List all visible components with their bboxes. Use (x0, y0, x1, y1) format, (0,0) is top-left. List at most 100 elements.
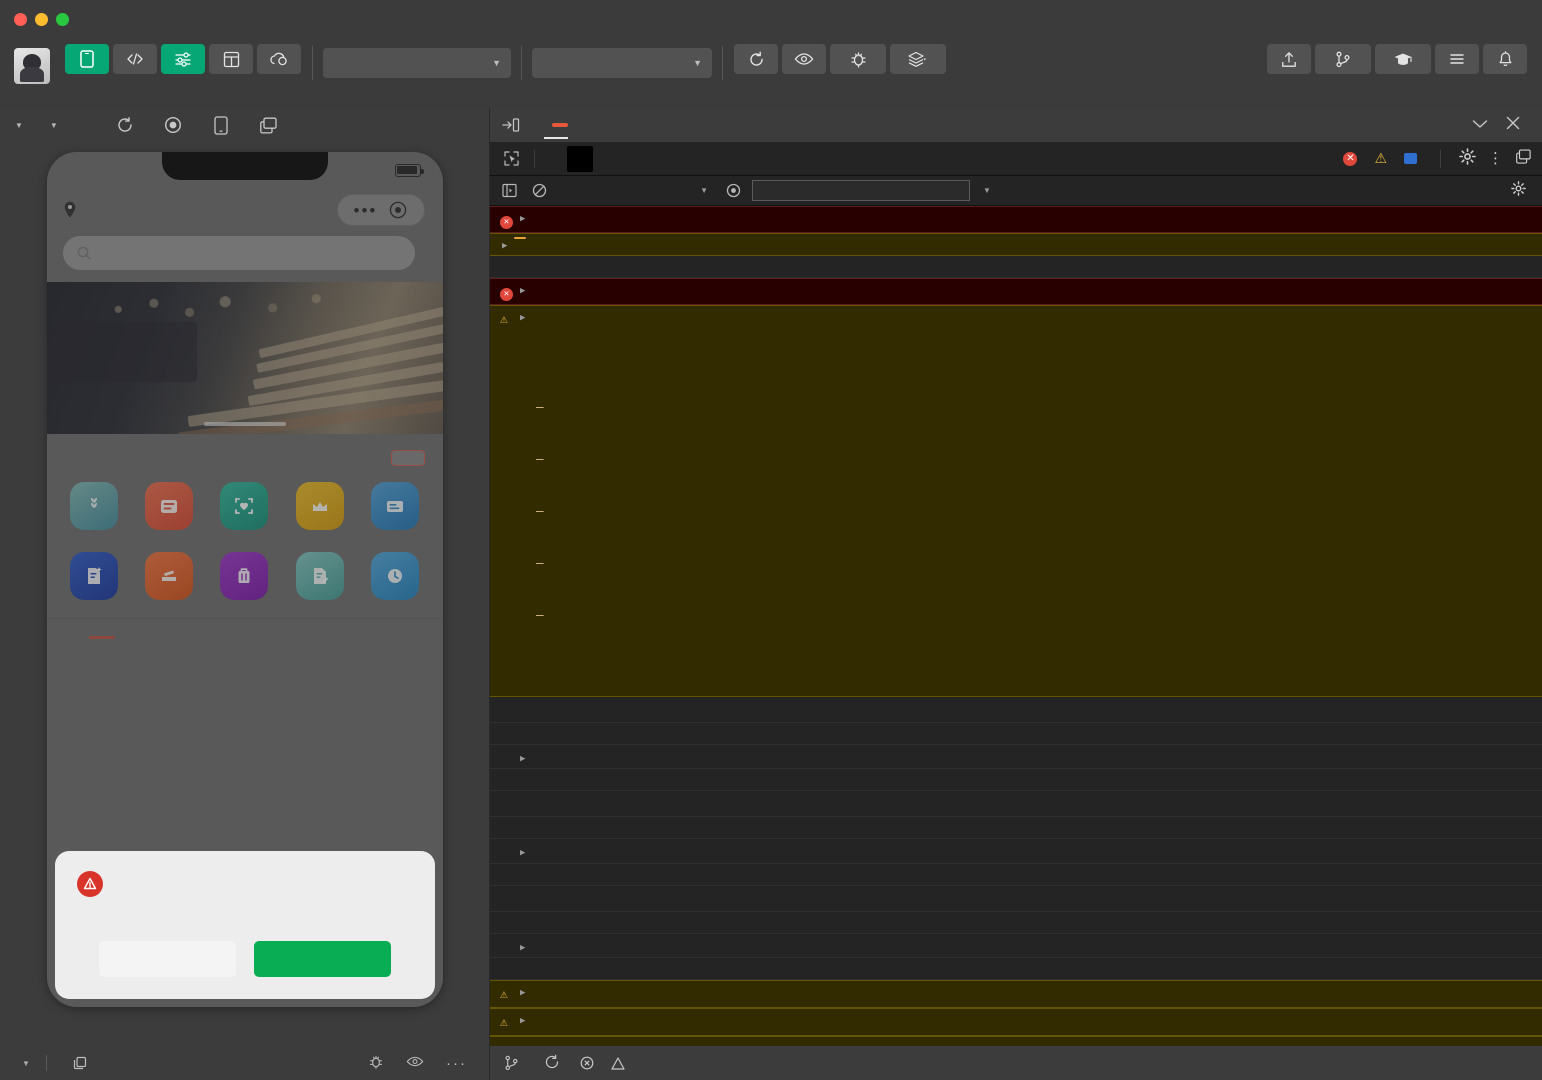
console-row-request-3[interactable] (490, 912, 1542, 934)
close-window-button[interactable] (14, 12, 27, 26)
close-icon[interactable] (1506, 116, 1520, 135)
console-sidebar-toggle-icon[interactable] (498, 180, 520, 202)
console-row-error-2[interactable]: ✕ ▶ (490, 278, 1542, 305)
compile-select[interactable]: ▼ (532, 48, 712, 78)
console-row-launch-time[interactable] (490, 256, 1542, 279)
category-item-9[interactable] (357, 552, 432, 608)
record-icon[interactable] (162, 114, 184, 136)
copy-icon[interactable] (73, 1056, 87, 1070)
console-row-request-2[interactable] (490, 817, 1542, 840)
toolbar-button-messages[interactable] (1482, 42, 1528, 80)
search-input[interactable] (62, 236, 415, 270)
error-count[interactable]: ✕ (1343, 151, 1362, 166)
toolbar-button-simulator[interactable] (64, 42, 110, 80)
category-item-8[interactable] (282, 552, 357, 608)
console-row-warn-usearch[interactable]: ⚠ ▶ (490, 980, 1542, 1009)
panel-tab-appdata[interactable] (697, 146, 723, 172)
toolbar-button-editor[interactable] (112, 42, 158, 80)
devtools-tab-problems[interactable] (580, 108, 604, 142)
expand-arrow-icon[interactable]: ▶ (520, 1040, 528, 1046)
collapse-icon[interactable] (1472, 116, 1488, 134)
category-item-1[interactable] (132, 482, 207, 538)
toolbar-button-debugger[interactable] (160, 42, 206, 80)
refresh-icon[interactable] (114, 114, 136, 136)
more-icon[interactable]: ••• (354, 202, 378, 219)
permission-deny-button[interactable] (98, 941, 236, 977)
category-item-4[interactable] (357, 482, 432, 538)
bug-icon[interactable] (368, 1054, 384, 1073)
gear-icon[interactable] (1459, 147, 1476, 170)
devtools-tab-debugger[interactable] (532, 108, 580, 142)
window-icon[interactable] (258, 114, 280, 136)
console-row-response-1[interactable]: ▶ (490, 745, 1542, 770)
toolbar-button-cloud[interactable] (256, 42, 302, 80)
console-row-end-1[interactable] (490, 769, 1542, 792)
device-icon[interactable] (210, 114, 232, 136)
toolbar-button-education[interactable] (1374, 42, 1432, 80)
info-count[interactable] (1404, 153, 1422, 164)
panel-tab-more[interactable] (749, 146, 775, 172)
panel-tab-network[interactable] (619, 146, 645, 172)
toolbar-button-clear-cache[interactable] (889, 42, 947, 80)
wechat-capsule[interactable]: ••• (336, 194, 425, 226)
mode-select[interactable]: ▼ (323, 48, 511, 78)
console-row-request-1[interactable] (490, 723, 1542, 746)
warning-count[interactable]: ⚠ (1374, 150, 1392, 167)
console-filter-input[interactable] (752, 180, 970, 201)
expand-arrow-icon[interactable]: ▶ (520, 984, 528, 999)
console-row-response-2[interactable]: ▶ (490, 839, 1542, 864)
console-row-end-3[interactable] (490, 958, 1542, 981)
banner-image[interactable] (46, 282, 443, 434)
category-item-3[interactable] (282, 482, 357, 538)
permission-allow-button[interactable] (253, 941, 391, 977)
dock-side-icon[interactable] (1515, 148, 1532, 169)
device-select[interactable]: ▼ (10, 121, 23, 130)
eye-icon[interactable] (406, 1055, 424, 1071)
toolbar-button-upload[interactable] (1266, 42, 1312, 80)
more-icon[interactable]: ··· (446, 1055, 467, 1072)
status-error-count[interactable] (580, 1056, 601, 1070)
toolbar-button-compile[interactable] (733, 42, 779, 80)
expand-arrow-icon[interactable]: ▶ (520, 1012, 528, 1027)
status-warning-count[interactable] (611, 1056, 632, 1070)
dock-panel-icon[interactable] (498, 117, 524, 133)
panel-tab-performance[interactable] (645, 146, 671, 172)
inspect-element-icon[interactable] (494, 150, 528, 167)
category-item-7[interactable] (207, 552, 282, 608)
console-settings-icon[interactable] (1511, 180, 1526, 201)
window-controls[interactable] (0, 12, 69, 26)
devtools-tab-terminal[interactable] (628, 108, 652, 142)
clear-console-icon[interactable] (528, 180, 550, 202)
console-row-warn-uswiper-list[interactable]: ⚠ ▶ (490, 1036, 1542, 1046)
user-avatar[interactable] (14, 48, 50, 84)
sync-icon[interactable] (544, 1054, 560, 1073)
category-item-0[interactable] (57, 482, 132, 538)
toolbar-button-visualization[interactable] (208, 42, 254, 80)
maximize-window-button[interactable] (56, 12, 69, 26)
toolbar-button-preview[interactable] (781, 42, 827, 80)
panel-tab-storage[interactable] (723, 146, 749, 172)
toolbar-button-version[interactable] (1314, 42, 1372, 80)
category-item-6[interactable] (132, 552, 207, 608)
panel-tab-sources[interactable] (593, 146, 619, 172)
console-row-error-1[interactable]: ✕ ▶ (490, 206, 1542, 233)
git-branch-indicator[interactable] (504, 1055, 526, 1071)
console-row-warn-uswiper-imgmode[interactable]: ⚠ ▶ (490, 1008, 1542, 1037)
live-expression-icon[interactable] (722, 180, 744, 202)
console-levels-select[interactable]: ▼ (978, 186, 991, 195)
devtools-tab-output[interactable] (604, 108, 628, 142)
console-row-warning-selectors[interactable]: ▶ (490, 232, 1542, 257)
toolbar-button-details[interactable] (1434, 42, 1480, 80)
panel-tab-memory[interactable] (671, 146, 697, 172)
kebab-menu-icon[interactable]: ⋮ (1488, 151, 1503, 166)
expand-arrow-icon[interactable]: ▶ (502, 237, 510, 252)
free-join-button[interactable] (390, 450, 425, 466)
panel-tab-console[interactable] (567, 145, 593, 172)
category-item-5[interactable] (57, 552, 132, 608)
category-item-2[interactable] (207, 482, 282, 538)
console-row-unicloud-warning[interactable]: ⚠ ▶ – – – – – (490, 304, 1542, 698)
console-log[interactable]: ✕ ▶ ▶ ✕ ▶ ⚠ ▶ – – – – – ▶ ▶ ▶ ⚠ ▶ ⚠ ▶ (490, 206, 1542, 1046)
location-indicator[interactable] (63, 201, 85, 219)
minimize-window-button[interactable] (35, 12, 48, 26)
hot-reload-select[interactable]: ▼ (45, 121, 58, 130)
